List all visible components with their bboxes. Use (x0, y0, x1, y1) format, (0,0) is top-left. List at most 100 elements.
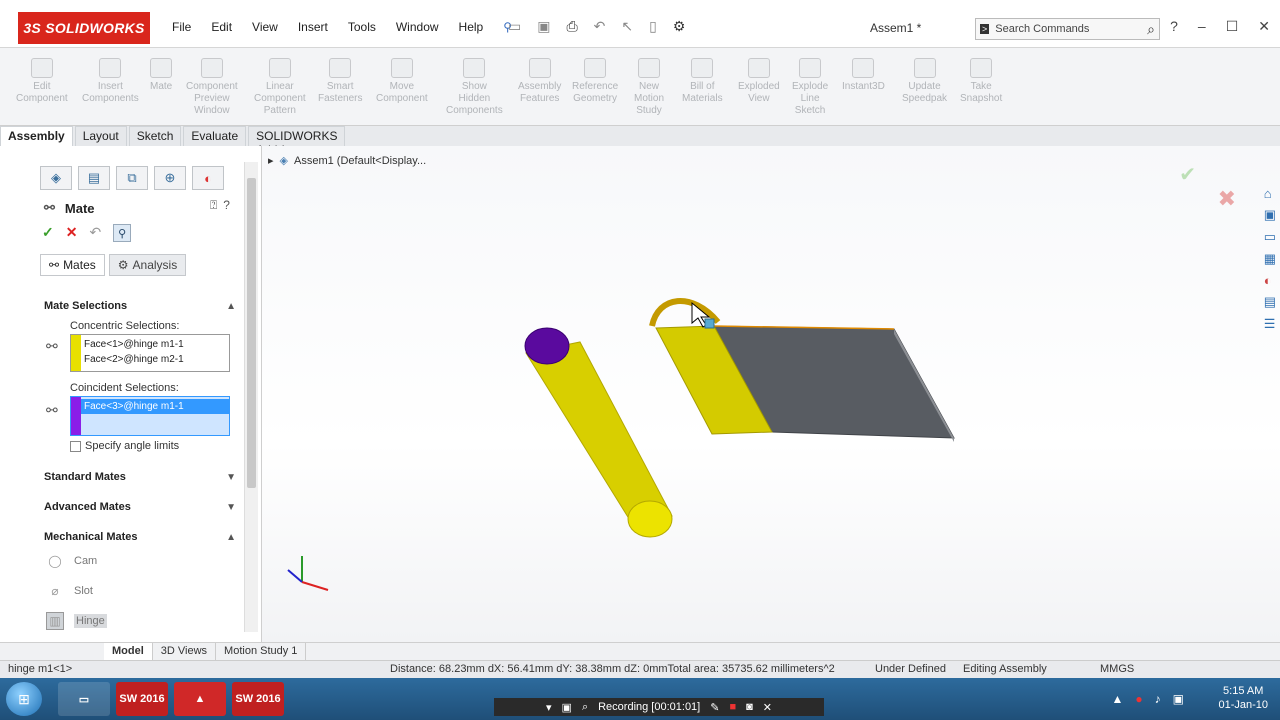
network-icon[interactable]: ▣ (1173, 692, 1184, 706)
insert-components-button[interactable]: Insert Components (82, 58, 139, 105)
concentric-item-1[interactable]: Face<1>@hinge m1-1 (84, 337, 229, 352)
help-circle-icon[interactable]: ? (223, 198, 230, 213)
whats-wrong-icon[interactable]: ⍰ (210, 198, 217, 213)
search-icon[interactable]: ⌕ (1147, 21, 1155, 38)
pen-icon[interactable]: ✎ (710, 701, 719, 714)
instant3d-button[interactable]: Instant3D (842, 58, 885, 93)
taskbar-app-solidworks-2[interactable]: SW 2016 (232, 682, 284, 716)
stop-icon[interactable]: ■ (729, 701, 736, 713)
new-motion-study-button[interactable]: New Motion Study (634, 58, 664, 117)
show-hidden-button[interactable]: Show Hidden Components (446, 58, 503, 117)
options-gear-icon[interactable]: ⚙ (673, 18, 686, 35)
property-manager-icon[interactable]: ▤ (78, 166, 110, 190)
edit-component-button[interactable]: Edit Component (16, 58, 68, 105)
hinge-leaf-part[interactable] (649, 298, 955, 442)
status-units[interactable]: MMGS (1100, 663, 1134, 675)
dimxpert-manager-icon[interactable]: ⊕ (154, 166, 186, 190)
ok-check-icon[interactable]: ✓ (42, 224, 54, 242)
concentric-selection-box[interactable]: Face<1>@hinge m1-1 Face<2>@hinge m2-1 (70, 334, 230, 372)
record-icon[interactable]: ● (1135, 692, 1142, 706)
print-icon[interactable]: ⎙ (566, 18, 577, 35)
move-component-button[interactable]: Move Component (376, 58, 428, 105)
tab-layout[interactable]: Layout (74, 126, 127, 146)
update-speedpak-button[interactable]: Update Speedpak (902, 58, 947, 105)
tray-arrow-icon[interactable]: ▲ (1112, 692, 1124, 706)
exploded-view-button[interactable]: Exploded View (738, 58, 780, 105)
reference-geometry-button[interactable]: Reference Geometry (572, 58, 618, 105)
pushpin-icon[interactable]: ⚲ (113, 224, 132, 242)
tab-model[interactable]: Model (104, 643, 153, 660)
menu-edit[interactable]: Edit (211, 20, 232, 34)
component-preview-button[interactable]: Component Preview Window (186, 58, 238, 117)
select-icon[interactable]: ↖ (621, 18, 633, 35)
slot-mate-item[interactable]: ⌀ Slot (46, 582, 93, 600)
help-icon[interactable]: ? (1170, 18, 1178, 35)
tab-3d-views[interactable]: 3D Views (153, 643, 217, 660)
take-snapshot-button[interactable]: Take Snapshot (960, 58, 1002, 105)
maximize-icon[interactable]: ☐ (1226, 18, 1239, 35)
bill-of-materials-button[interactable]: Bill of Materials (682, 58, 723, 105)
tab-mates[interactable]: ⚯ Mates (40, 254, 105, 276)
menu-window[interactable]: Window (396, 20, 439, 34)
tab-analysis[interactable]: ⚙ Analysis (108, 254, 187, 276)
cam-mate-item[interactable]: ◯ Cam (46, 552, 97, 570)
coincident-selection-box[interactable]: Face<3>@hinge m1-1 (70, 396, 230, 436)
selected-end-face[interactable] (524, 327, 570, 365)
menu-insert[interactable]: Insert (298, 20, 328, 34)
hinge-mate-item[interactable]: ▥ Hinge (46, 612, 107, 630)
explode-line-sketch-button[interactable]: Explode Line Sketch (792, 58, 828, 117)
tab-assembly[interactable]: Assembly (0, 126, 73, 146)
menu-help[interactable]: Help (459, 20, 484, 34)
assembly-features-button[interactable]: Assembly Features (518, 58, 561, 105)
linear-pattern-button[interactable]: Linear Component Pattern (254, 58, 306, 117)
undo-icon[interactable]: ↶ (594, 18, 606, 35)
zoom-icon[interactable]: ⌕ (582, 701, 588, 714)
close-recording-icon[interactable]: ✕ (763, 701, 772, 714)
search-commands[interactable]: > Search Commands ⌕ (975, 18, 1160, 40)
minimize-icon[interactable]: – (1198, 18, 1206, 35)
system-tray: ▲ ● ♪ ▣ (1112, 692, 1184, 706)
dropdown-icon[interactable]: ▾ (546, 701, 552, 714)
rebuild-icon[interactable]: ▯ (649, 18, 657, 35)
explorer-folder-icon[interactable]: ▭ (58, 682, 110, 716)
graphics-viewport[interactable]: ▸ ◈ Assem1 (Default<Display... ✔ ✖ ⌂ ▣ ▭… (262, 146, 1280, 642)
exploded-view-icon (747, 58, 770, 78)
feature-manager-icon[interactable]: ◈ (40, 166, 72, 190)
volume-icon[interactable]: ♪ (1155, 692, 1161, 706)
coincident-item-1[interactable]: Face<3>@hinge m1-1 (81, 399, 229, 414)
standard-mates-header[interactable]: Standard Mates ▼ (40, 466, 240, 488)
menu-view[interactable]: View (252, 20, 278, 34)
tab-addins[interactable]: SOLIDWORKS Add-Ins (248, 126, 346, 157)
menu-file[interactable]: File (172, 20, 191, 34)
advanced-mates-header[interactable]: Advanced Mates ▼ (40, 496, 240, 518)
camera-icon[interactable]: ◙ (746, 701, 753, 713)
mate-button[interactable]: Mate (150, 58, 172, 93)
tab-motion-study[interactable]: Motion Study 1 (216, 643, 307, 660)
acrobat-icon[interactable]: ▲ (174, 682, 226, 716)
mechanical-mates-header[interactable]: Mechanical Mates ▲ (40, 526, 240, 548)
model-graphics[interactable] (262, 146, 1280, 642)
new-file-icon[interactable]: ▭ (508, 18, 521, 35)
tab-evaluate[interactable]: Evaluate (183, 126, 247, 146)
taskbar-app-solidworks-1[interactable]: SW 2016 (116, 682, 168, 716)
mate-selections-header[interactable]: Mate Selections ▲ (40, 295, 240, 317)
angle-limits-checkbox[interactable] (70, 440, 81, 452)
cancel-x-icon[interactable]: ✕ (66, 224, 78, 242)
smart-fasteners-button[interactable]: Smart Fasteners (318, 58, 362, 105)
concentric-item-2[interactable]: Face<2>@hinge m2-1 (84, 352, 229, 367)
clock[interactable]: 5:15 AM 01-Jan-10 (1218, 684, 1268, 712)
panel-scrollbar[interactable] (244, 162, 258, 632)
search-input[interactable]: Search Commands (995, 23, 1089, 35)
undo-icon[interactable]: ↶ (89, 224, 101, 242)
angle-limits-checkbox-row[interactable]: Specify angle limits (70, 440, 179, 452)
display-manager-icon[interactable]: ◐ (192, 166, 224, 190)
start-button-icon[interactable]: ⊞ (6, 682, 42, 716)
configuration-manager-icon[interactable]: ⧉ (116, 166, 148, 190)
menu-tools[interactable]: Tools (348, 20, 376, 34)
tab-sketch[interactable]: Sketch (128, 126, 182, 146)
close-icon[interactable]: ✕ (1258, 18, 1270, 35)
save-icon[interactable]: ▣ (537, 18, 550, 35)
scrollbar-thumb[interactable] (247, 178, 256, 488)
hinge-pin-part[interactable] (524, 327, 673, 538)
window-icon[interactable]: ▣ (562, 701, 572, 714)
